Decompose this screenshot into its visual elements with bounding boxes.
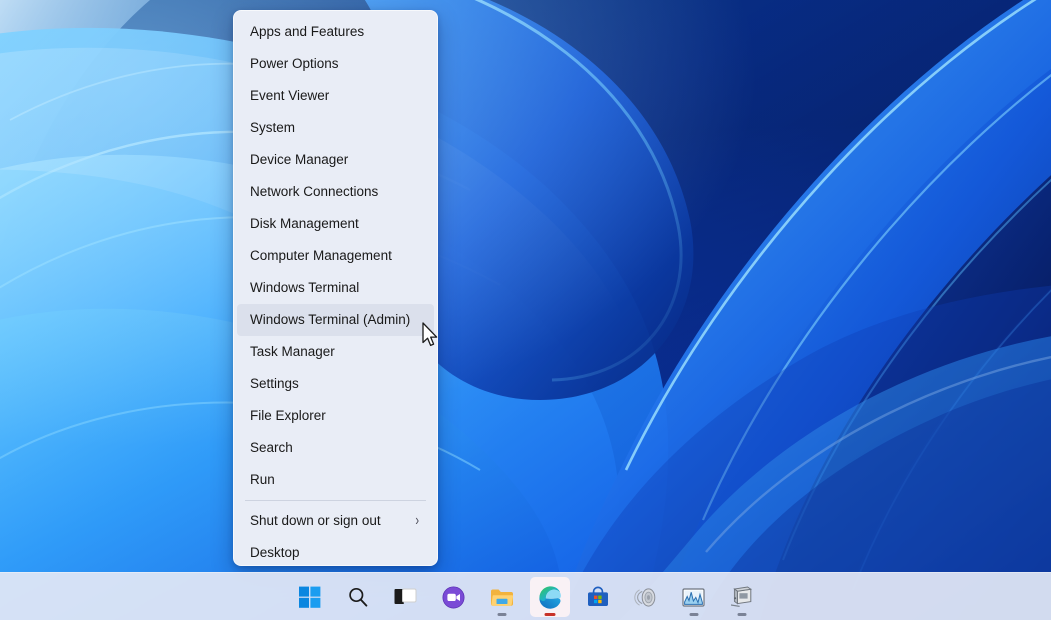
menu-item-label: Windows Terminal (250, 280, 360, 295)
menu-item-file-explorer[interactable]: File Explorer (237, 400, 434, 432)
menu-item-label: Computer Management (250, 248, 392, 263)
desktop-wallpaper (0, 0, 1051, 620)
taskbar-running-indicator (689, 613, 698, 616)
menu-item-label: Network Connections (250, 184, 379, 199)
menu-separator (245, 500, 426, 501)
edge-button[interactable] (529, 577, 570, 617)
taskmgr-button[interactable] (674, 577, 714, 617)
menu-item-shut-down-or-sign-out[interactable]: Shut down or sign out › (237, 505, 434, 537)
menu-item-network-connections[interactable]: Network Connections (237, 176, 434, 208)
menu-item-computer-management[interactable]: Computer Management (237, 240, 434, 272)
menu-item-device-manager[interactable]: Device Manager (237, 144, 434, 176)
start-button[interactable] (290, 577, 330, 617)
menu-item-label: Desktop (250, 545, 300, 560)
menu-item-task-manager[interactable]: Task Manager (237, 336, 434, 368)
taskbar-running-indicator (737, 613, 746, 616)
taskbar-icon-strip (290, 573, 762, 620)
menu-item-search[interactable]: Search (237, 432, 434, 464)
menu-item-label: Shut down or sign out (250, 513, 381, 528)
menu-item-system[interactable]: System (237, 112, 434, 144)
search-button[interactable] (338, 577, 378, 617)
chevron-right-icon: › (415, 511, 419, 529)
menu-item-label: Task Manager (250, 344, 335, 359)
menu-item-label: Settings (250, 376, 299, 391)
menu-item-event-viewer[interactable]: Event Viewer (237, 80, 434, 112)
menu-item-label: Device Manager (250, 152, 349, 167)
menu-item-label: Power Options (250, 56, 339, 71)
windows-logo-icon (298, 586, 321, 608)
edge-icon (537, 585, 562, 610)
store-button[interactable] (578, 577, 618, 617)
store-bag-icon (587, 586, 609, 608)
menu-item-windows-terminal[interactable]: Windows Terminal (237, 272, 434, 304)
menu-item-run[interactable]: Run (237, 464, 434, 496)
win-x-power-user-menu[interactable]: Apps and Features Power Options Event View… (233, 10, 438, 566)
chat-teams-icon (442, 585, 465, 609)
task-view-icon (394, 587, 417, 607)
menu-item-windows-terminal-admin[interactable]: Windows Terminal (Admin) (237, 304, 434, 336)
menu-item-desktop[interactable]: Desktop (237, 537, 434, 565)
chat-button[interactable] (434, 577, 474, 617)
taskbar-running-indicator (497, 613, 506, 616)
menu-item-power-options[interactable]: Power Options (237, 48, 434, 80)
menu-item-disk-management[interactable]: Disk Management (237, 208, 434, 240)
menu-item-settings[interactable]: Settings (237, 368, 434, 400)
menu-item-label: Run (250, 472, 275, 487)
menu-list: Apps and Features Power Options Event View… (234, 11, 437, 565)
menu-item-label: Event Viewer (250, 88, 330, 103)
computer-icon (730, 586, 754, 608)
menu-item-label: System (250, 120, 296, 135)
speaker-button[interactable] (626, 577, 666, 617)
menu-item-label: File Explorer (250, 408, 326, 423)
thispc-button[interactable] (722, 577, 762, 617)
menu-item-apps-and-features[interactable]: Apps and Features (237, 16, 434, 48)
task-view-button[interactable] (386, 577, 426, 617)
speaker-icon (634, 587, 657, 608)
menu-item-label: Windows Terminal (Admin) (250, 312, 411, 327)
desktop: Apps and Features Power Options Event View… (0, 0, 1051, 620)
performance-chart-icon (682, 587, 705, 608)
menu-item-label: Apps and Features (250, 24, 365, 39)
menu-item-label: Disk Management (250, 216, 359, 231)
folder-icon (490, 587, 514, 608)
menu-item-label: Search (250, 440, 293, 455)
taskbar[interactable] (0, 572, 1051, 620)
search-icon (347, 586, 369, 608)
file-explorer-button[interactable] (482, 577, 522, 617)
taskbar-running-indicator (544, 613, 555, 616)
